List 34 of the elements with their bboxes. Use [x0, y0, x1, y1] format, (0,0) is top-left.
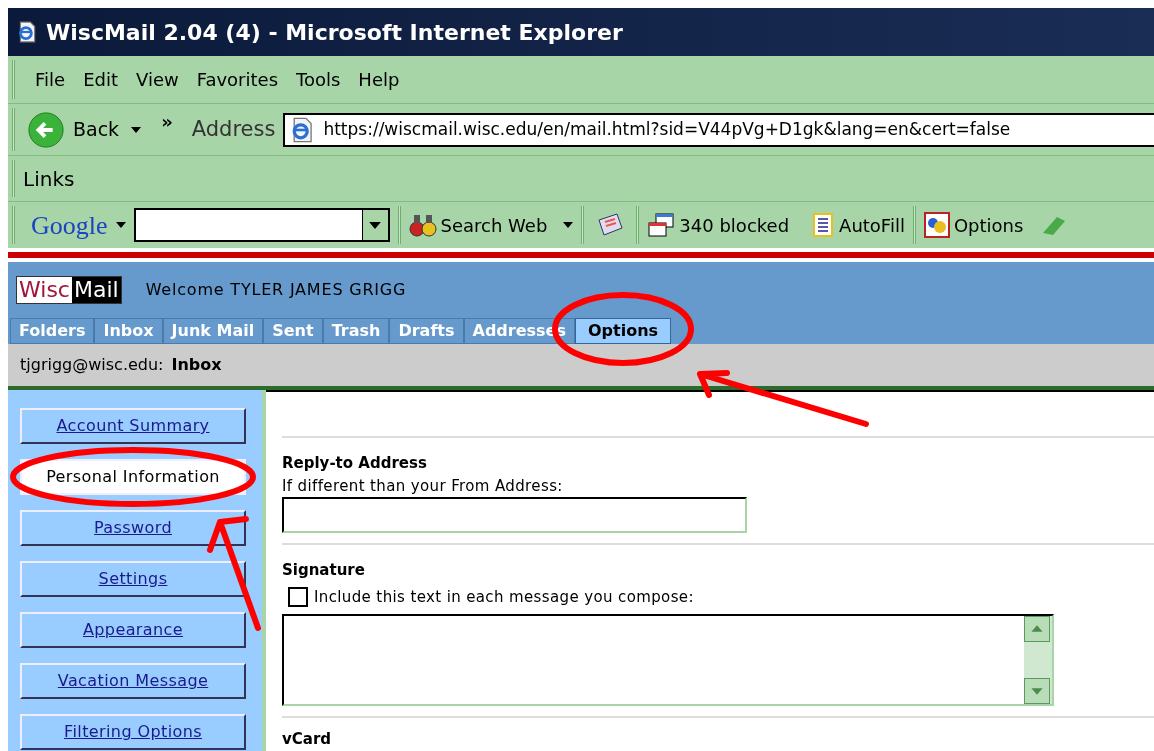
sidebar-link[interactable]: Password: [20, 510, 246, 546]
window-title: WiscMail 2.04 (4) - Microsoft Internet Explorer: [46, 18, 623, 47]
menu-item[interactable]: Help: [350, 66, 408, 93]
nav-tab[interactable]: Options: [575, 318, 672, 344]
popup-blocker-button[interactable]: 340 blocked: [647, 211, 790, 239]
current-folder: Inbox: [171, 354, 222, 376]
google-logo[interactable]: Google: [31, 205, 108, 245]
sidebar-link[interactable]: Account Summary: [20, 408, 246, 444]
menu-item[interactable]: File: [27, 66, 74, 93]
address-field[interactable]: https://wiscmail.wisc.edu/en/mail.html?sid=V44pVg+D1gk&lang=en&cert=false: [283, 112, 1154, 147]
sidebar-link[interactable]: Vacation Message: [20, 663, 246, 699]
links-label[interactable]: Links: [23, 163, 75, 194]
checkbox-label: Include this text in each message you compose:: [314, 586, 694, 608]
section-title: Signature: [282, 560, 366, 581]
menu-item[interactable]: Edit: [75, 66, 126, 93]
menu-item[interactable]: Tools: [288, 66, 349, 93]
address-label: Address: [191, 115, 276, 143]
toolbar-options-button[interactable]: Options: [923, 211, 1024, 239]
back-button[interactable]: Back: [27, 110, 120, 149]
field-hint: If different than your From Address:: [282, 475, 564, 497]
sidebar-link[interactable]: Settings: [20, 561, 246, 597]
sidebar-link[interactable]: Appearance: [20, 612, 246, 648]
autofill-button[interactable]: AutoFill: [809, 211, 905, 239]
menu-item[interactable]: View: [128, 66, 187, 93]
welcome-text: Welcome TYLER JAMES GRIGG: [145, 279, 407, 301]
section-title: Reply-to Address: [282, 453, 428, 474]
section-title: vCard: [282, 729, 333, 750]
account-email: tjgrigg@wisc.edu:: [20, 354, 164, 376]
menu-item[interactable]: Favorites: [188, 66, 286, 93]
sidebar-link[interactable]: Filtering Options: [20, 714, 246, 750]
sidebar-link[interactable]: Personal Information: [20, 459, 246, 495]
wiscmail-logo: Wisc Mail: [16, 276, 122, 304]
search-web-button[interactable]: Search Web: [408, 211, 548, 239]
toolbar-overflow[interactable]: »: [161, 108, 173, 135]
